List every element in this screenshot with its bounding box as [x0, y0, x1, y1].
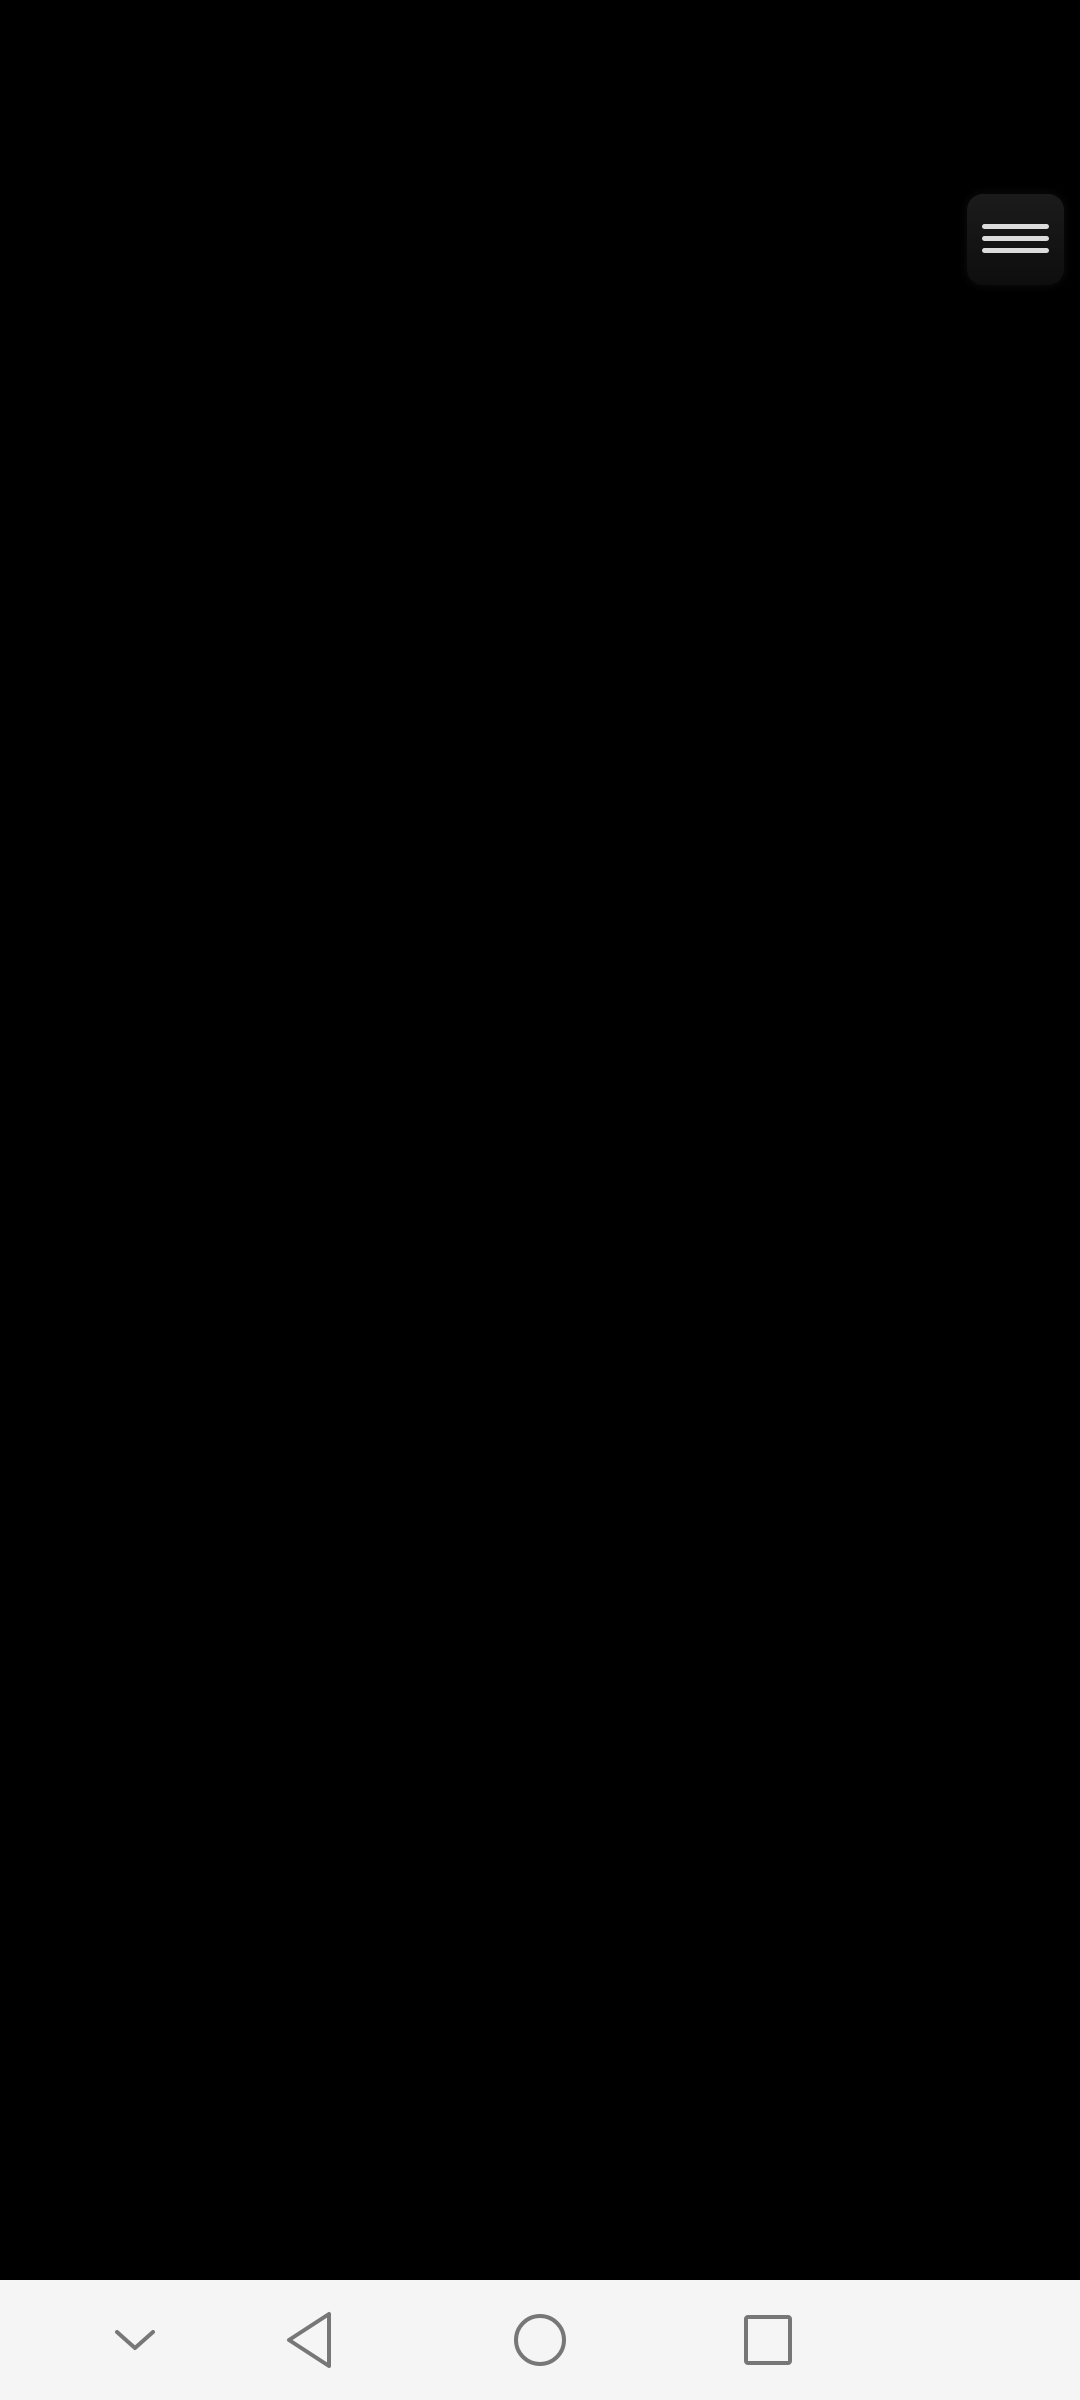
menu-button[interactable] [967, 194, 1064, 285]
chevron-down-icon [115, 2330, 155, 2350]
home-circle-icon [514, 2314, 566, 2366]
hamburger-menu-icon [982, 224, 1049, 253]
recents-button[interactable] [718, 2300, 818, 2380]
back-button[interactable] [259, 2300, 359, 2380]
home-button[interactable] [490, 2300, 590, 2380]
main-content-area [0, 0, 1080, 2280]
app-screen [0, 0, 1080, 2400]
collapse-button[interactable] [85, 2300, 185, 2380]
recents-square-icon [744, 2315, 792, 2365]
system-navigation-bar [0, 2280, 1080, 2400]
back-triangle-icon [287, 2312, 331, 2368]
